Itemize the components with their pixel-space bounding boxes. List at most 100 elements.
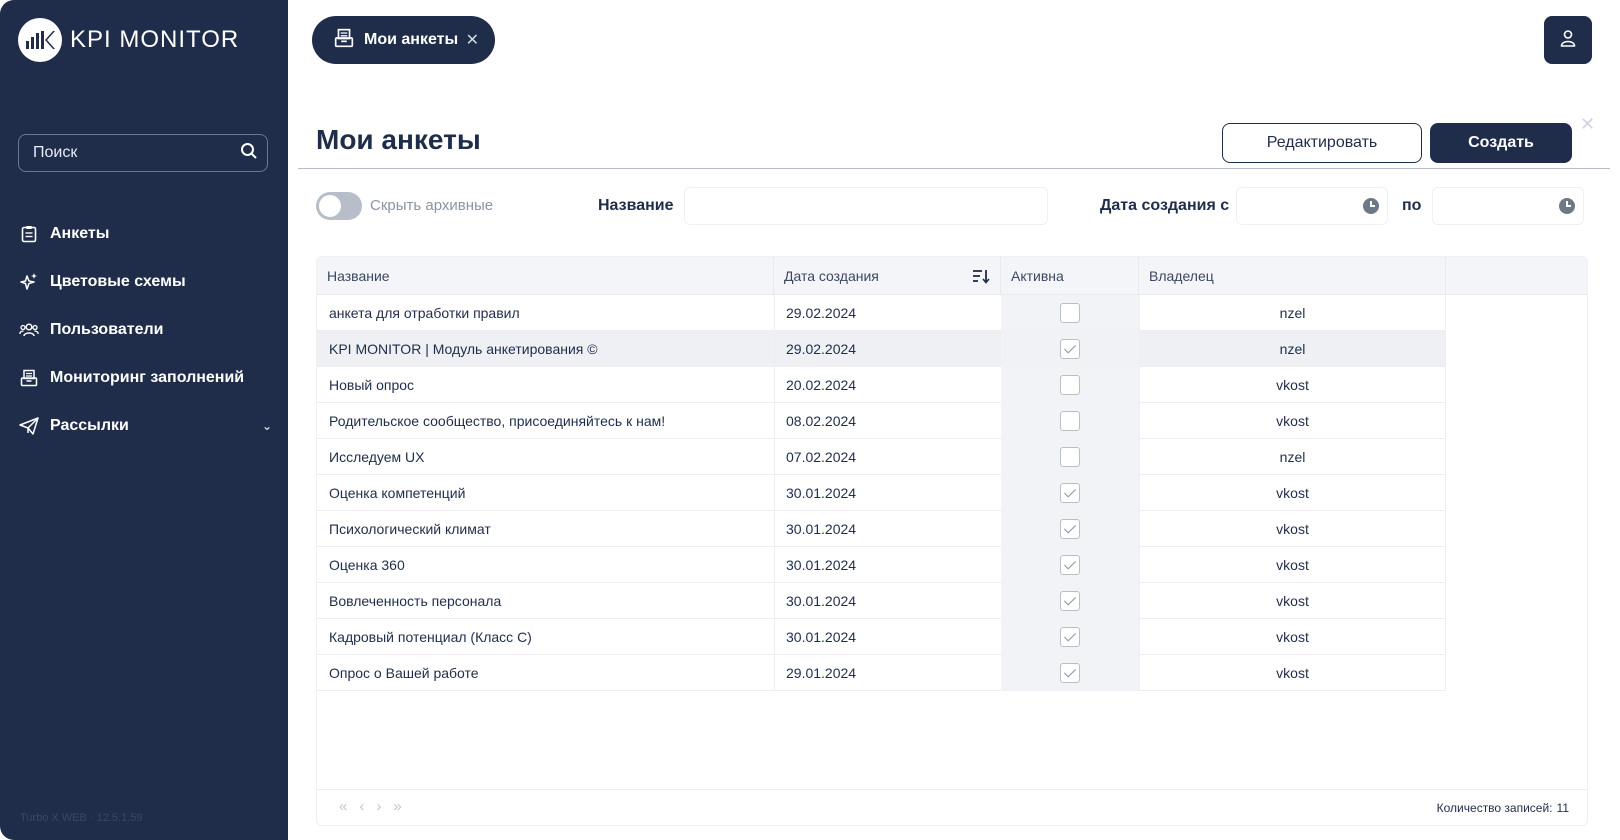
last-page-icon[interactable]: » <box>393 798 401 815</box>
cell-active <box>1001 619 1139 655</box>
cell-active <box>1001 583 1139 619</box>
cell-name: Вовлеченность персонала <box>329 593 502 609</box>
sidebar-item-mailings[interactable]: Рассылки ⌄ <box>18 402 272 450</box>
clock-icon[interactable] <box>1559 198 1575 214</box>
column-divider <box>774 331 775 367</box>
active-checkbox[interactable] <box>1060 303 1080 323</box>
cell-name: анкета для отработки правил <box>329 305 520 321</box>
table-row[interactable]: Оценка компетенций 30.01.2024 vkost <box>317 475 1446 511</box>
table-row[interactable]: Новый опрос 20.02.2024 vkost <box>317 367 1446 403</box>
records-count: Количество записей: 11 <box>1433 801 1569 815</box>
column-divider <box>1445 439 1446 475</box>
close-icon[interactable]: ✕ <box>1580 114 1595 135</box>
column-header-date-label: Дата создания <box>784 268 879 284</box>
cell-active <box>1001 547 1139 583</box>
cell-date: 30.01.2024 <box>786 485 857 501</box>
logo-mark-icon <box>18 18 62 62</box>
name-filter-label: Название <box>598 197 674 214</box>
column-divider <box>774 583 775 619</box>
cell-active <box>1001 511 1139 547</box>
hide-archived-label: Скрыть архивные <box>370 197 494 214</box>
table-row[interactable]: Оценка 360 30.01.2024 vkost <box>317 547 1446 583</box>
active-checkbox[interactable] <box>1060 483 1080 503</box>
paper-plane-icon <box>18 415 40 437</box>
sidebar-item-monitoring[interactable]: Мониторинг заполнений <box>18 354 272 402</box>
logo-text: KPI MONITOR <box>70 26 240 53</box>
search-box <box>18 134 268 172</box>
active-checkbox[interactable] <box>1060 627 1080 647</box>
column-divider <box>1445 367 1446 403</box>
sidebar-item-label: Рассылки <box>50 417 129 434</box>
date-to-field[interactable] <box>1432 187 1584 225</box>
table-row[interactable]: Вовлеченность персонала 30.01.2024 vkost <box>317 583 1446 619</box>
cell-owner: nzel <box>1279 305 1306 321</box>
table-row[interactable]: Исследуем UX 07.02.2024 nzel <box>317 439 1446 475</box>
table-row[interactable]: Психологический климат 30.01.2024 vkost <box>317 511 1446 547</box>
active-checkbox[interactable] <box>1060 375 1080 395</box>
prev-page-icon[interactable]: ‹ <box>359 798 364 815</box>
tab-close-icon[interactable]: ✕ <box>466 30 479 50</box>
sparkle-star-icon <box>18 271 40 293</box>
name-filter-input[interactable] <box>684 187 1048 225</box>
column-divider <box>774 655 775 691</box>
cell-owner: vkost <box>1276 485 1309 501</box>
cell-date: 30.01.2024 <box>786 521 857 537</box>
cell-name: Новый опрос <box>329 377 415 393</box>
chevron-down-icon[interactable]: ⌄ <box>262 419 272 433</box>
first-page-icon[interactable]: « <box>339 798 347 815</box>
search-input[interactable] <box>33 144 240 162</box>
active-checkbox[interactable] <box>1060 591 1080 611</box>
column-divider <box>1445 295 1446 331</box>
sidebar-nav: Анкеты Цветовые схемы Пользователи Монит… <box>18 210 272 450</box>
active-checkbox[interactable] <box>1060 411 1080 431</box>
cell-date: 29.02.2024 <box>786 341 857 357</box>
active-checkbox[interactable] <box>1060 663 1080 683</box>
cell-date: 08.02.2024 <box>786 413 857 429</box>
create-button[interactable]: Создать <box>1430 123 1572 163</box>
tab-my-surveys[interactable]: Мои анкеты ✕ <box>312 16 495 64</box>
column-divider <box>1445 547 1446 583</box>
column-header-active[interactable]: Активна <box>1001 257 1139 295</box>
inbox-icon <box>334 28 354 53</box>
table-row[interactable]: анкета для отработки правил 29.02.2024 nze… <box>317 295 1446 331</box>
header-divider <box>298 168 1610 169</box>
active-checkbox[interactable] <box>1060 519 1080 539</box>
column-divider <box>774 403 775 439</box>
cell-name: Психологический климат <box>329 521 491 537</box>
table-row[interactable]: Опрос о Вашей работе 29.01.2024 vkost <box>317 655 1446 691</box>
sidebar: KPI MONITOR Анкеты Цветовые схемы <box>0 0 288 840</box>
active-checkbox[interactable] <box>1060 447 1080 467</box>
clipboard-icon <box>18 223 40 245</box>
edit-button[interactable]: Редактировать <box>1222 123 1422 163</box>
next-page-icon[interactable]: › <box>376 798 381 815</box>
clock-icon[interactable] <box>1363 198 1379 214</box>
cell-active <box>1001 295 1139 331</box>
column-divider <box>1445 403 1446 439</box>
search-icon[interactable] <box>240 142 258 165</box>
column-divider <box>774 295 775 331</box>
cell-name: Опрос о Вашей работе <box>329 665 479 681</box>
logo[interactable]: KPI MONITOR <box>18 18 239 62</box>
column-header-name[interactable]: Название <box>317 257 774 295</box>
sidebar-item-users[interactable]: Пользователи <box>18 306 272 354</box>
date-from-field[interactable] <box>1236 187 1388 225</box>
table-row[interactable]: KPI MONITOR | Модуль анкетирования © 29.0… <box>317 331 1446 367</box>
cell-date: 30.01.2024 <box>786 557 857 573</box>
column-header-owner[interactable]: Владелец <box>1139 257 1446 295</box>
sort-descending-icon[interactable] <box>972 257 990 295</box>
sidebar-item-ankety[interactable]: Анкеты <box>18 210 272 258</box>
user-profile-button[interactable] <box>1544 16 1592 64</box>
cell-owner: vkost <box>1276 521 1309 537</box>
cell-owner: vkost <box>1276 593 1309 609</box>
sidebar-item-color-schemes[interactable]: Цветовые схемы <box>18 258 272 306</box>
active-checkbox[interactable] <box>1060 339 1080 359</box>
table-row[interactable]: Родительское сообщество, присоединяйтесь… <box>317 403 1446 439</box>
cell-date: 29.02.2024 <box>786 305 857 321</box>
table-row[interactable]: Кадровый потенциал (Класс С) 30.01.2024 vk… <box>317 619 1446 655</box>
active-checkbox[interactable] <box>1060 555 1080 575</box>
hide-archived-toggle[interactable] <box>316 192 362 220</box>
users-icon <box>18 319 40 341</box>
app-version: Turbo X WEB · 12.5.1.59 <box>20 812 143 824</box>
column-header-date[interactable]: Дата создания <box>774 257 1001 295</box>
table-footer: « ‹ › » Количество записей: 11 <box>317 789 1587 825</box>
